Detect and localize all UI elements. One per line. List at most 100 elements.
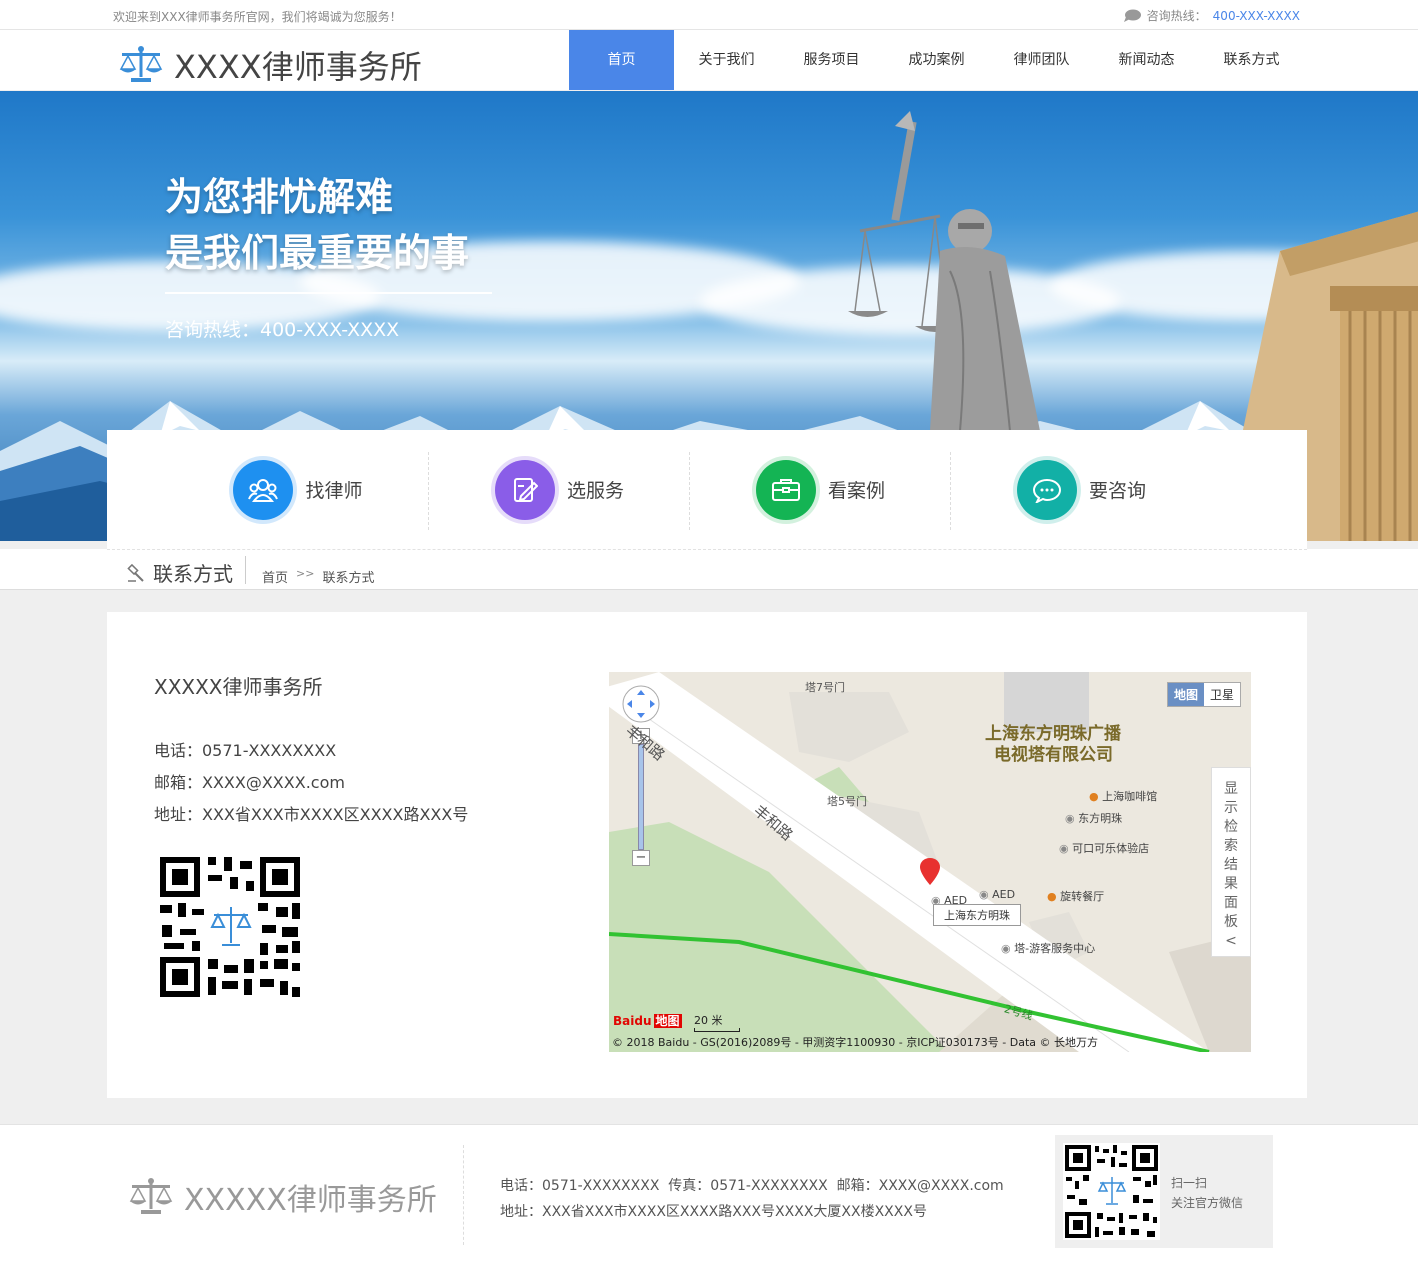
map-scale: 20 米	[694, 1012, 740, 1032]
breadcrumb-bar: 联系方式 首页 >> 联系方式	[0, 549, 1418, 590]
top-bar: 欢迎来到XXX律师事务所官网，我们将竭诚为您服务！ 咨询热线： 400-XXX-X…	[0, 0, 1418, 30]
footer-contact-line1: 电话：0571-XXXXXXXX 传真：0571-XXXXXXXX 邮箱：XXX…	[500, 1178, 1004, 1194]
map-marker-label[interactable]: 上海东方明珠	[933, 904, 1021, 926]
map-poi-restaurant: ● 旋转餐厅	[1047, 888, 1104, 904]
map-poi-aed1: ◉ AED	[979, 888, 1015, 901]
lady-justice-statue-image	[848, 111, 1040, 431]
panel-char: <	[1225, 933, 1237, 949]
map-scale-text: 20 米	[694, 1014, 723, 1027]
quick-link-view-cases[interactable]: 看案例	[690, 430, 951, 549]
nav-team[interactable]: 律师团队	[989, 30, 1094, 90]
map-search-panel-toggle[interactable]: 显 示 检 索 结 果 面 板 <	[1211, 767, 1251, 957]
section-title: 联系方式	[127, 558, 233, 587]
gavel-icon	[127, 563, 144, 582]
nav-services[interactable]: 服务项目	[779, 30, 884, 90]
footer-wechat-qr: 扫一扫 关注官方微信	[1055, 1135, 1273, 1248]
qr-code-image	[158, 855, 302, 999]
map-label-tower7: 塔7号门	[805, 681, 845, 694]
site-logo[interactable]: XXXX律师事务所	[118, 42, 422, 88]
map-scale-bar	[694, 1028, 740, 1032]
qr-caption-line2: 关注官方微信	[1171, 1196, 1244, 1210]
edit-doc-icon	[494, 459, 555, 520]
map-poi-aed1-label: AED	[992, 888, 1016, 901]
panel-char: 检	[1224, 819, 1238, 835]
map-poi-pearl: ◉ 东方明珠	[1065, 810, 1122, 826]
qr-caption-line1: 扫一扫	[1171, 1176, 1208, 1190]
quick-link-label: 找律师	[305, 480, 363, 502]
contact-email: 邮箱：XXXX@XXXX.com	[154, 773, 345, 792]
zoom-track[interactable]	[638, 744, 644, 850]
map-poi-cafe-label: 上海咖啡馆	[1102, 790, 1158, 803]
map-marker-icon[interactable]	[919, 857, 941, 887]
banner-hotline: 咨询热线：400-XXX-XXXX	[165, 319, 400, 341]
hotline-number[interactable]: 400-XXX-XXXX	[1213, 9, 1300, 23]
baidu-logo[interactable]: Baidu 地图	[613, 1012, 682, 1029]
poi-dot-icon: ◉	[1001, 942, 1011, 955]
chat-icon	[1016, 459, 1077, 520]
banner-title-line1: 为您排忧解难	[165, 175, 394, 219]
footer-contact: 电话：0571-XXXXXXXX 传真：0571-XXXXXXXX 邮箱：XXX…	[500, 1173, 1004, 1225]
map-poi-visitor-label: 塔-游客服务中心	[1014, 942, 1096, 955]
panel-char: 板	[1224, 914, 1238, 930]
breadcrumb-current[interactable]: 联系方式	[322, 567, 374, 586]
top-hotline: 咨询热线： 400-XXX-XXXX	[1123, 7, 1300, 24]
panel-char: 面	[1224, 895, 1238, 911]
footer-logo-text: XXXXX律师事务所	[184, 1183, 437, 1218]
quick-link-label: 看案例	[827, 480, 885, 502]
panel-char: 示	[1224, 800, 1238, 816]
map-label-tower5: 塔5号门	[827, 795, 867, 808]
map-poi-coke: ◉ 可口可乐体验店	[1059, 840, 1149, 856]
breadcrumb-home[interactable]: 首页	[262, 567, 288, 586]
baidu-map[interactable]: + − 地图 卫星 显 示 检 索 结 果 面 板 < 塔7号门 塔5号门 上海…	[609, 672, 1251, 1052]
divider	[245, 556, 246, 584]
quick-link-find-lawyer[interactable]: 找律师	[107, 430, 429, 549]
nav-home[interactable]: 首页	[569, 30, 674, 90]
map-pan-control[interactable]	[621, 684, 661, 724]
map-label-company-line2: 电视塔有限公司	[994, 745, 1113, 765]
map-type-map[interactable]: 地图	[1167, 683, 1204, 706]
phone-bubble-icon	[1123, 9, 1141, 22]
baidu-map-text: 地图	[653, 1014, 682, 1028]
zoom-out-icon[interactable]: −	[632, 850, 650, 866]
contact-phone: 电话：0571-XXXXXXXX	[154, 741, 337, 760]
nav-contact[interactable]: 联系方式	[1199, 30, 1304, 90]
quick-link-label: 选服务	[566, 480, 624, 502]
map-poi-pearl-label: 东方明珠	[1078, 812, 1123, 825]
contact-address: 地址：XXX省XXX市XXXX区XXXX路XXX号	[154, 805, 469, 824]
scales-of-justice-icon	[129, 1178, 173, 1214]
panel-char: 果	[1224, 876, 1238, 892]
hotline-label: 咨询热线：	[1146, 9, 1207, 23]
poi-dot-icon: ◉	[979, 888, 989, 901]
divider	[463, 1145, 464, 1245]
restaurant-icon: ●	[1047, 890, 1057, 903]
footer-contact-line2: 地址：XXX省XXX市XXXX区XXXX路XXX号XXXX大厦XX楼XXXX号	[500, 1204, 927, 1220]
quick-link-choose-service[interactable]: 选服务	[429, 430, 690, 549]
contact-company-name: XXXXX律师事务所	[154, 675, 323, 699]
poi-dot-icon: ◉	[1059, 842, 1069, 855]
quick-links: 找律师 选服务 看案例 要咨询	[107, 430, 1307, 549]
map-poi-restaurant-label: 旋转餐厅	[1060, 890, 1105, 903]
nav-about[interactable]: 关于我们	[674, 30, 779, 90]
footer: XXXXX律师事务所 电话：0571-XXXXXXXX 传真：0571-XXXX…	[0, 1124, 1418, 1262]
quick-link-consult[interactable]: 要咨询	[951, 430, 1212, 549]
main-nav: 首页 关于我们 服务项目 成功案例 律师团队 新闻动态 联系方式	[569, 30, 1304, 90]
map-type-satellite[interactable]: 卫星	[1204, 683, 1240, 706]
logo-text: XXXX律师事务所	[174, 48, 422, 86]
breadcrumb: 首页 >> 联系方式	[262, 567, 374, 586]
panel-char: 索	[1224, 838, 1238, 854]
map-poi-cafe: ● 上海咖啡馆	[1089, 788, 1157, 804]
contact-content: XXXXX律师事务所 电话：0571-XXXXXXXX 邮箱：XXXX@XXXX…	[107, 612, 1307, 1098]
baidu-logo-text: Baidu	[613, 1014, 652, 1028]
welcome-text: 欢迎来到XXX律师事务所官网，我们将竭诚为您服务！	[113, 10, 402, 24]
nav-cases[interactable]: 成功案例	[884, 30, 989, 90]
map-poi-visitor: ◉ 塔-游客服务中心	[1001, 940, 1095, 956]
nav-news[interactable]: 新闻动态	[1094, 30, 1199, 90]
section-title-text: 联系方式	[153, 562, 233, 586]
map-type-switch: 地图 卫星	[1166, 682, 1241, 707]
banner-divider	[165, 292, 492, 294]
quick-link-label: 要咨询	[1088, 480, 1146, 502]
banner-title-line2: 是我们最重要的事	[165, 231, 470, 275]
wechat-qr-code-image	[1063, 1143, 1160, 1240]
footer-logo[interactable]: XXXXX律师事务所	[128, 1175, 437, 1219]
map-copyright: © 2018 Baidu - GS(2016)2089号 - 甲测资字11009…	[612, 1036, 1099, 1049]
